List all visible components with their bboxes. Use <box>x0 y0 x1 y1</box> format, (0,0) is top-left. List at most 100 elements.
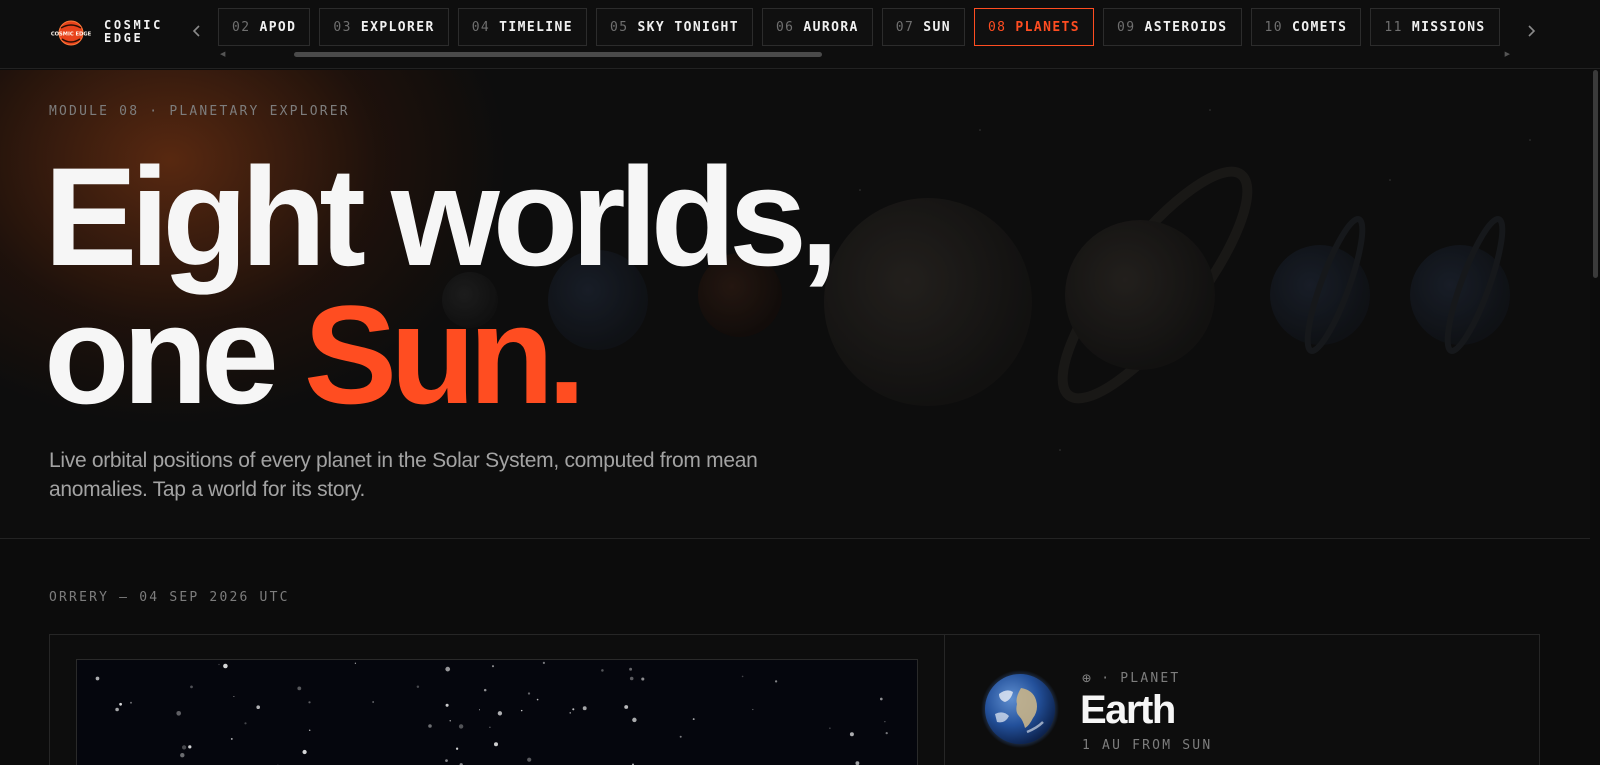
module-tabs: 02 APOD 03 EXPLORER 04 TIMELINE 05 SKY TONIGHT 0… <box>218 8 1500 46</box>
star <box>884 721 886 723</box>
star <box>849 732 854 737</box>
orrery-canvas[interactable] <box>76 659 918 765</box>
star <box>632 717 637 723</box>
tab-asteroids[interactable]: 09 ASTEROIDS <box>1103 8 1242 46</box>
top-nav-bar: COSMIC EDGE COSMIC EDGE 02 APOD 03 EXPLORER… <box>0 0 1600 69</box>
tab-number: 04 <box>471 19 491 35</box>
tab-timeline[interactable]: 04 TIMELINE <box>457 8 587 46</box>
star <box>527 692 531 695</box>
hero-divider <box>0 538 1590 539</box>
orrery-section-label: ORRERY — 04 SEP 2026 UTC <box>49 590 290 605</box>
star <box>527 757 532 762</box>
star <box>497 711 503 716</box>
hero-title-line-2-accent: Sun. <box>303 276 586 433</box>
star <box>130 701 132 704</box>
hero-title-line-2-plain: one <box>44 276 304 433</box>
tab-number: 05 <box>609 19 629 35</box>
nav-prev-button[interactable] <box>187 22 207 44</box>
star <box>308 729 311 731</box>
star <box>181 745 187 750</box>
earth-symbol-icon: ⊕ <box>1082 669 1094 687</box>
tab-label: PLANETS <box>1015 19 1081 35</box>
star <box>885 731 888 735</box>
tab-label: ASTEROIDS <box>1144 19 1228 35</box>
tab-explorer[interactable]: 03 EXPLORER <box>319 8 449 46</box>
tab-sun[interactable]: 07 SUN <box>881 8 965 46</box>
hero-eyebrow: MODULE 08 · PLANETARY EXPLORER <box>49 104 350 119</box>
logo-wordmark: COSMIC EDGE <box>51 32 92 38</box>
starfield <box>95 661 888 765</box>
star <box>582 706 587 711</box>
tab-label: MISSIONS <box>1411 19 1486 35</box>
star <box>445 703 449 707</box>
star <box>372 701 374 703</box>
star <box>774 680 778 683</box>
star <box>641 677 645 681</box>
tab-number: 10 <box>1264 19 1283 35</box>
tab-number: 02 <box>232 19 251 35</box>
star <box>494 742 498 747</box>
star <box>176 710 182 716</box>
planet-kicker: ⊕ · PLANET <box>1082 669 1180 687</box>
star <box>244 722 247 725</box>
star <box>428 724 432 728</box>
star <box>572 708 575 711</box>
tab-aurora[interactable]: 06 AURORA <box>761 8 873 46</box>
tab-number: 08 <box>987 19 1007 35</box>
tab-comets[interactable]: 10 COMETS <box>1250 8 1362 46</box>
star <box>119 702 122 706</box>
planet-name: Earth <box>1080 688 1176 732</box>
star <box>458 724 464 729</box>
tab-number: 03 <box>333 19 352 35</box>
star <box>629 676 634 681</box>
nav-next-button[interactable] <box>1521 22 1541 44</box>
star <box>455 747 459 750</box>
star <box>445 666 451 672</box>
scroll-left-arrow-icon[interactable]: ◀ <box>220 51 225 58</box>
star <box>629 667 633 671</box>
tab-sky-tonight[interactable]: 05 SKY TONIGHT <box>595 8 753 46</box>
panel-divider <box>944 634 945 765</box>
star <box>180 753 185 758</box>
kicker-separator: · <box>1101 670 1112 686</box>
star <box>218 663 220 666</box>
brand-name[interactable]: COSMIC EDGE <box>104 19 163 45</box>
cosmic-edge-logo[interactable]: COSMIC EDGE <box>48 18 94 48</box>
page-scrollbar-thumb[interactable] <box>1593 70 1598 278</box>
tabs-scrollbar-thumb[interactable] <box>294 52 822 57</box>
tab-missions[interactable]: 11 MISSIONS <box>1370 8 1500 46</box>
scroll-right-arrow-icon[interactable]: ▶ <box>1505 51 1510 58</box>
star <box>230 737 233 740</box>
star <box>520 709 523 712</box>
star <box>536 698 539 701</box>
star <box>752 708 754 711</box>
star <box>478 709 481 711</box>
planet-kicker-label: PLANET <box>1120 670 1181 686</box>
star <box>416 685 420 689</box>
tab-label: APOD <box>259 19 297 35</box>
star <box>256 705 260 709</box>
brand-line-2: EDGE <box>104 31 144 45</box>
hero-section: MODULE 08 · PLANETARY EXPLORER Eight wor… <box>0 70 1590 539</box>
tab-label: AURORA <box>803 19 859 35</box>
star <box>115 707 119 712</box>
tabs-scrollbar[interactable]: ◀ ▶ <box>220 51 1510 58</box>
star <box>692 718 695 721</box>
tab-number: 06 <box>775 19 795 35</box>
tab-planets[interactable]: 08 PLANETS <box>973 8 1095 46</box>
earth-globe-icon[interactable] <box>981 670 1059 748</box>
star <box>679 735 682 738</box>
star <box>188 745 192 749</box>
star <box>542 661 546 665</box>
star <box>491 665 495 668</box>
star <box>449 720 451 722</box>
star <box>741 675 744 678</box>
tab-apod[interactable]: 02 APOD <box>218 8 311 46</box>
star <box>483 688 487 692</box>
hero-title: Eight worlds, one Sun. <box>44 147 839 425</box>
tab-number: 09 <box>1117 19 1136 35</box>
star <box>354 662 357 664</box>
star <box>601 669 604 672</box>
star <box>95 676 100 681</box>
chevron-right-icon <box>1528 25 1536 37</box>
